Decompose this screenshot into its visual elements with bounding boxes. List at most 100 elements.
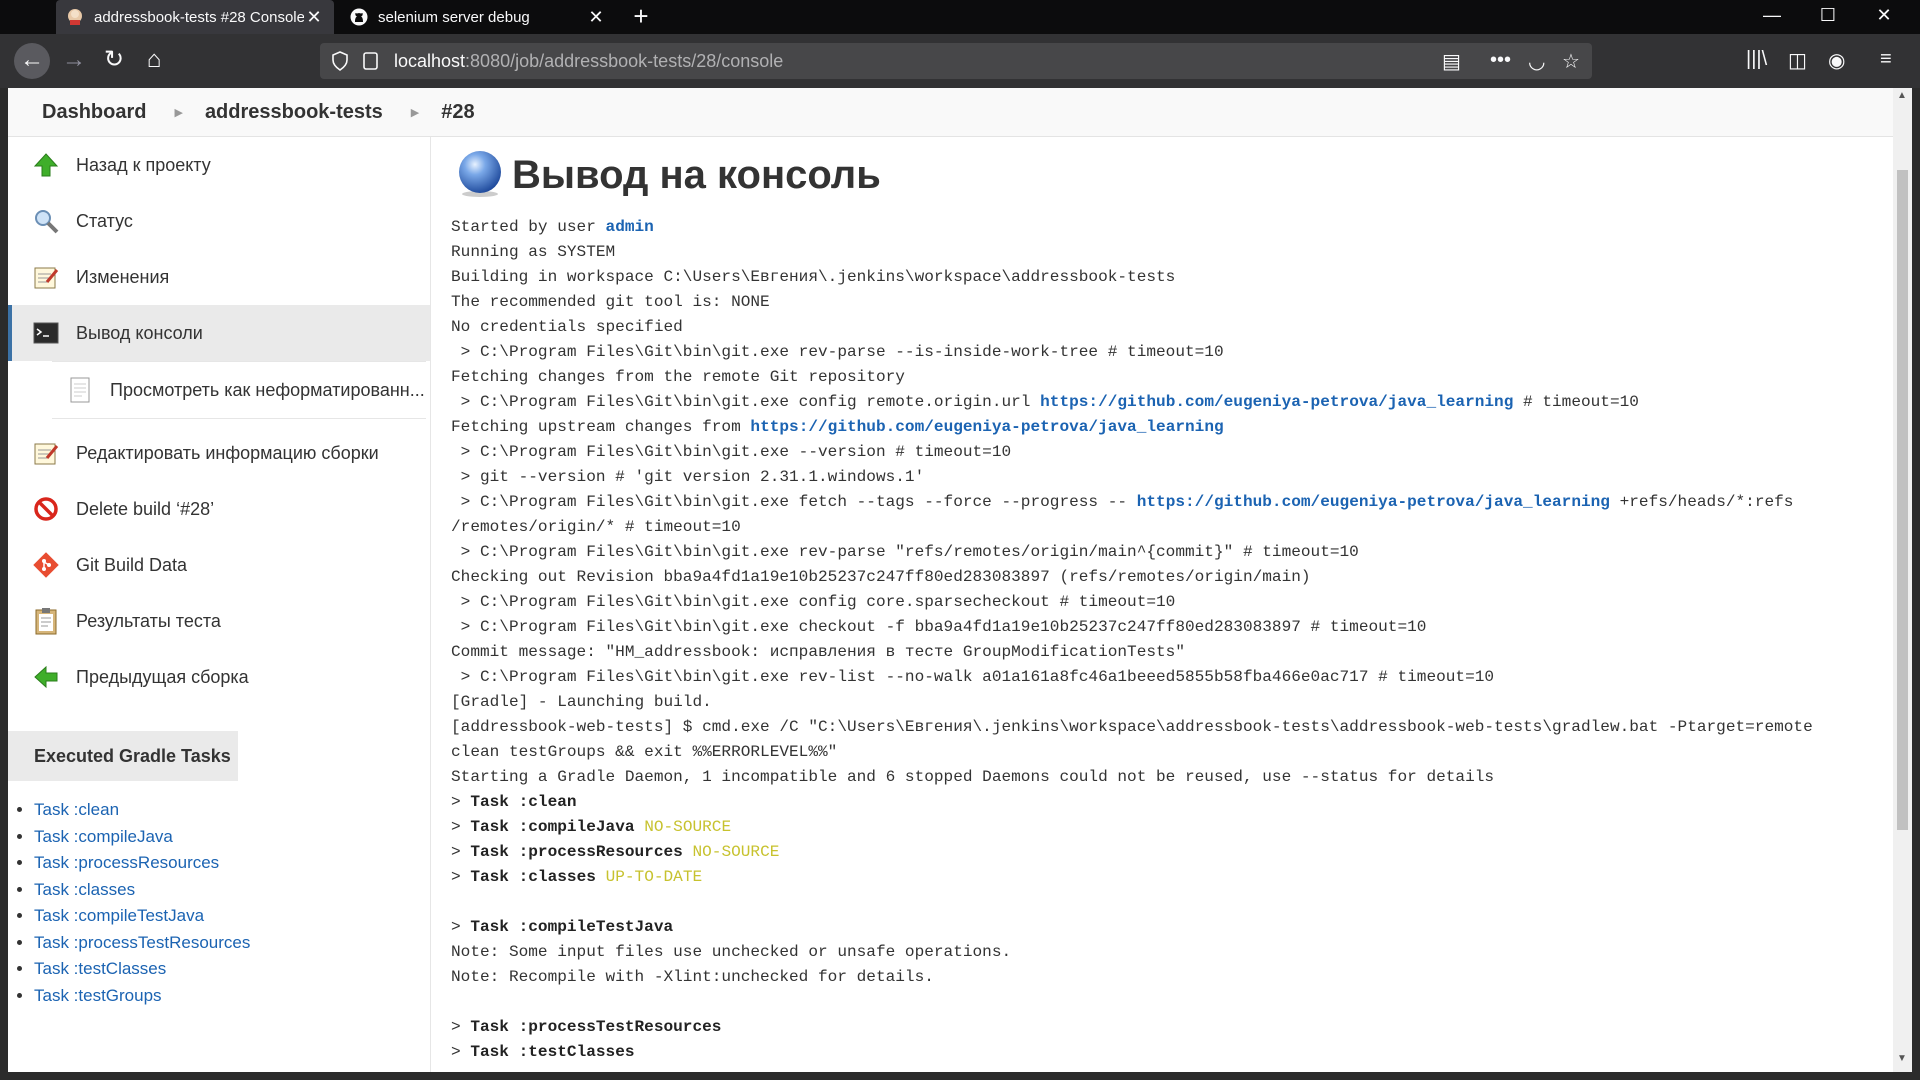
pocket-icon[interactable]: ◡ — [1528, 49, 1545, 74]
close-tab-icon[interactable]: ✕ — [304, 7, 324, 28]
breadcrumb-build[interactable]: #28 — [419, 101, 474, 124]
list-item: Task :processTestResources — [34, 930, 250, 957]
breadcrumb-dashboard[interactable]: Dashboard — [8, 101, 146, 124]
close-tab-icon[interactable]: ✕ — [586, 7, 606, 28]
console-line: Fetching upstream changes from https://g… — [451, 415, 1813, 440]
vertical-scrollbar[interactable]: ▲ ▼ — [1893, 88, 1912, 1072]
console-text: > — [451, 793, 471, 811]
console-line: > C:\Program Files\Git\bin\git.exe --ver… — [451, 440, 1813, 465]
maximize-icon[interactable]: ☐ — [1800, 0, 1856, 34]
task-back-to-project[interactable]: Назад к проекту — [8, 137, 430, 193]
minimize-icon[interactable]: — — [1744, 0, 1800, 34]
gradle-task-list: Task :clean Task :compileJava Task :proc… — [16, 797, 250, 1009]
task-label: Git Build Data — [76, 554, 188, 575]
menu-icon[interactable]: ≡ — [1880, 48, 1892, 71]
console-line: > Task :compileTestJava — [451, 915, 1813, 940]
scroll-down-icon[interactable]: ▼ — [1897, 1053, 1907, 1064]
back-button[interactable]: ← — [14, 43, 50, 79]
bookmark-star-icon[interactable]: ☆ — [1562, 49, 1580, 74]
task-label: Статус — [76, 210, 133, 231]
tab-jenkins-console[interactable]: addressbook-tests #28 Console ✕ — [56, 0, 334, 34]
console-line: > Task :classes UP-TO-DATE — [451, 865, 1813, 890]
left-arrow-icon — [32, 663, 60, 691]
task-label: Результаты теста — [76, 610, 221, 631]
url-text[interactable]: localhost:8080/job/addressbook-tests/28/… — [394, 43, 783, 79]
shield-icon[interactable] — [332, 51, 348, 76]
scrollbar-thumb[interactable] — [1897, 170, 1908, 830]
task-test-results[interactable]: Результаты теста — [8, 593, 430, 649]
page-info-icon[interactable] — [362, 51, 380, 76]
url-bar[interactable]: localhost:8080/job/addressbook-tests/28/… — [320, 43, 1592, 79]
breadcrumb: Dashboard ▶ addressbook-tests ▶ #28 — [8, 88, 1912, 137]
document-icon — [66, 376, 94, 404]
gradle-task-link[interactable]: Task :testGroups — [34, 986, 162, 1005]
task-label: Вывод консоли — [76, 322, 203, 343]
console-link[interactable]: https://github.com/eugeniya-petrova/java… — [1040, 393, 1513, 411]
console-text: Fetching changes from the remote Git rep… — [451, 368, 905, 386]
console-text: Building in workspace C:\Users\Евгения\.… — [451, 268, 1176, 286]
gradle-task-link[interactable]: Task :testClasses — [34, 959, 166, 978]
library-icon[interactable]: |||\ — [1746, 48, 1767, 71]
tab-title: selenium server debug — [378, 8, 530, 26]
task-console-output[interactable]: Вывод консоли — [8, 305, 430, 361]
account-icon[interactable]: ◉ — [1828, 48, 1845, 73]
task-previous-build[interactable]: Предыдущая сборка — [8, 649, 430, 705]
console-line: Running as SYSTEM — [451, 240, 1813, 265]
console-link[interactable]: https://github.com/eugeniya-petrova/java… — [1137, 493, 1610, 511]
console-text: Started by user — [451, 218, 606, 236]
breadcrumb-separator-icon: ▶ — [410, 106, 420, 119]
breadcrumb-separator-icon: ▶ — [174, 106, 183, 119]
console-link[interactable]: https://github.com/eugeniya-petrova/java… — [750, 418, 1223, 436]
reload-button[interactable]: ↻ — [96, 43, 132, 79]
scroll-up-icon[interactable]: ▲ — [1897, 90, 1907, 101]
gradle-task-link[interactable]: Task :clean — [34, 800, 119, 819]
task-changes[interactable]: Изменения — [8, 249, 430, 305]
console-line: Commit message: "HM_addressbook: исправл… — [451, 640, 1813, 665]
console-line: > Task :clean — [451, 790, 1813, 815]
page-actions-icon[interactable]: ••• — [1490, 49, 1511, 72]
list-item: Task :compileJava — [34, 824, 250, 851]
task-edit-build-info[interactable]: Редактировать информацию сборки — [8, 425, 430, 481]
console-link[interactable]: admin — [606, 218, 654, 236]
console-text: > C:\Program Files\Git\bin\git.exe confi… — [451, 593, 1176, 611]
console-line: clean testGroups && exit %%ERRORLEVEL%%" — [451, 740, 1813, 765]
home-button[interactable]: ⌂ — [136, 43, 172, 79]
task-label: Предыдущая сборка — [76, 666, 249, 687]
console-task-name: Task :processTestResources — [470, 1018, 722, 1036]
task-status[interactable]: Статус — [8, 193, 430, 249]
browser-tab-bar: addressbook-tests #28 Console ✕ selenium… — [0, 0, 1920, 34]
task-label: Редактировать информацию сборки — [76, 442, 379, 463]
new-tab-button[interactable]: + — [624, 0, 658, 34]
task-delete-build[interactable]: Delete build ‘#28’ — [8, 481, 430, 537]
console-task-status: NO-SOURCE — [644, 818, 732, 836]
task-label: Назад к проекту — [76, 154, 211, 175]
console-output: Started by user admin Running as SYSTEM Bu… — [451, 215, 1813, 1065]
sidebar-icon[interactable]: ◫ — [1788, 48, 1807, 73]
console-line: > C:\Program Files\Git\bin\git.exe rev-p… — [451, 540, 1813, 565]
magnifier-icon — [32, 207, 60, 235]
task-label: Изменения — [76, 266, 170, 287]
close-window-icon[interactable]: ✕ — [1856, 0, 1912, 34]
console-text: > C:\Program Files\Git\bin\git.exe rev-l… — [451, 668, 1495, 686]
forward-button[interactable]: → — [56, 43, 92, 79]
gradle-task-link[interactable]: Task :compileJava — [34, 827, 173, 846]
list-item: Task :compileTestJava — [34, 903, 250, 930]
console-text: Starting a Gradle Daemon, 1 incompatible… — [451, 768, 1495, 786]
gradle-task-link[interactable]: Task :compileTestJava — [34, 906, 204, 925]
gradle-task-link[interactable]: Task :processTestResources — [34, 933, 250, 952]
list-item: Task :classes — [34, 877, 250, 904]
gradle-task-link[interactable]: Task :classes — [34, 880, 135, 899]
tab-selenium-debug[interactable]: selenium server debug ✕ — [340, 0, 616, 34]
console-text: > C:\Program Files\Git\bin\git.exe --ver… — [451, 443, 1012, 461]
console-line: > C:\Program Files\Git\bin\git.exe confi… — [451, 590, 1813, 615]
reader-view-icon[interactable]: ▤ — [1442, 49, 1461, 74]
console-line: Checking out Revision bba9a4fd1a19e10b25… — [451, 565, 1813, 590]
breadcrumb-job[interactable]: addressbook-tests — [183, 101, 383, 124]
task-view-plain-text[interactable]: Просмотреть как неформатированн... — [52, 361, 426, 419]
task-git-build-data[interactable]: Git Build Data — [8, 537, 430, 593]
gradle-tasks-title: Executed Gradle Tasks — [8, 731, 238, 781]
gradle-task-link[interactable]: Task :processResources — [34, 853, 219, 872]
console-text: Note: Recompile with -Xlint:unchecked fo… — [451, 968, 934, 986]
